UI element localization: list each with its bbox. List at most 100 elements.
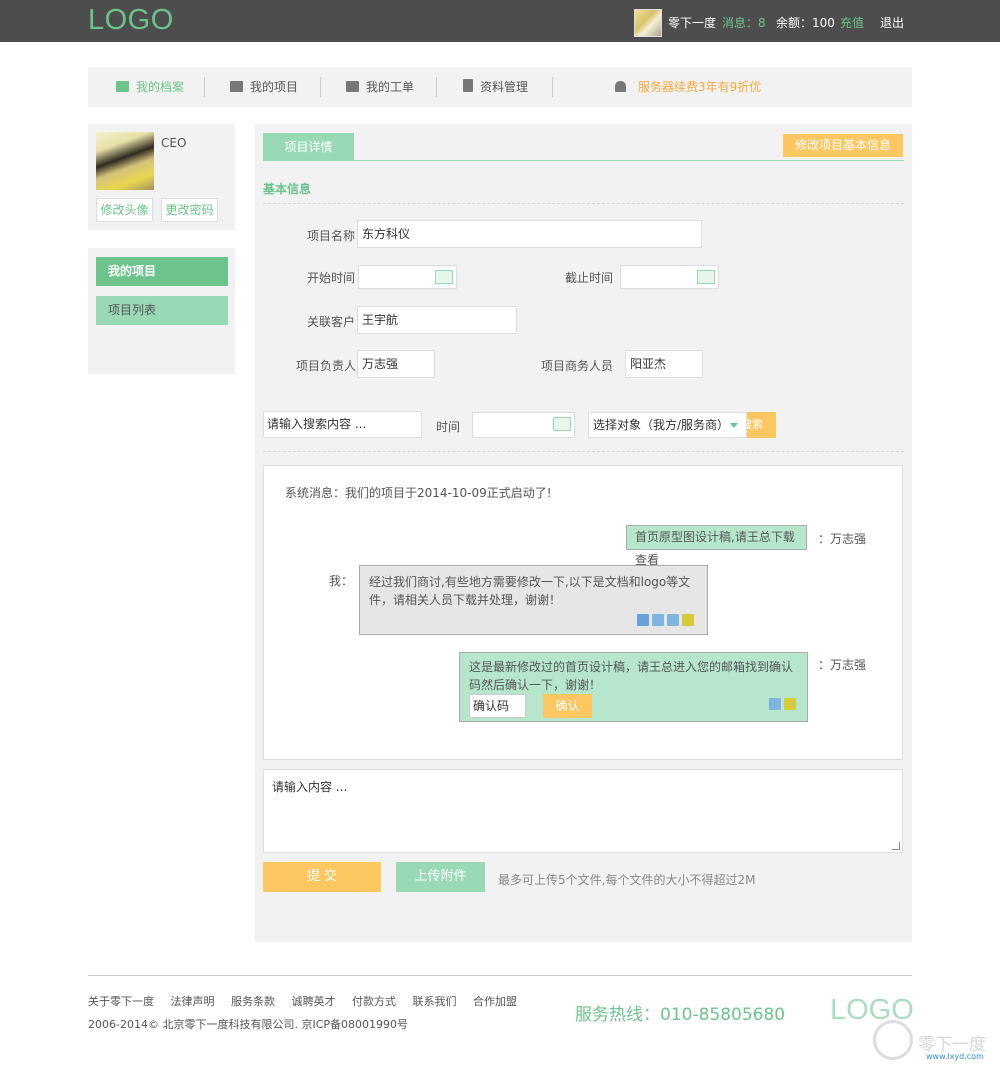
- system-message: 系统消息：我们的项目于2014-10-09正式启动了!: [285, 486, 552, 500]
- sidebar-item-project-list[interactable]: 项目列表: [96, 296, 228, 325]
- calendar-icon[interactable]: [553, 417, 571, 431]
- logout-link[interactable]: 退出: [880, 14, 904, 31]
- footer-divider: [88, 975, 912, 976]
- watermark-url: www.lxyd.com: [926, 1052, 984, 1061]
- promo-text: 服务器续费3年有9折优: [638, 80, 762, 94]
- confirm-button[interactable]: 确认: [543, 694, 592, 718]
- confirmation-code-input[interactable]: 确认码: [469, 694, 526, 718]
- owner-field[interactable]: 万志强: [357, 350, 435, 378]
- footer-link[interactable]: 合作加盟: [473, 995, 517, 1008]
- briefcase-icon: [230, 81, 243, 92]
- profile-icon: [116, 81, 129, 92]
- promo-notice[interactable]: 服务器续费3年有9折优: [615, 67, 761, 107]
- divider: [320, 77, 321, 97]
- business-field[interactable]: 阳亚杰: [625, 350, 703, 378]
- project-name-label: 项目名称: [307, 229, 356, 243]
- top-bar: LOGO 零下一度 消息：8 余额：100 充值 退出: [0, 0, 1000, 42]
- recharge-link[interactable]: 充值: [840, 14, 864, 31]
- business-label: 项目商务人员: [541, 359, 614, 373]
- footer-link[interactable]: 法律声明: [171, 995, 215, 1008]
- watermark-logo-icon: [873, 1020, 913, 1060]
- avatar: [96, 132, 154, 190]
- hotline: 服务热线：010-85805680: [575, 1005, 786, 1025]
- client-label: 关联客户: [307, 315, 356, 329]
- section-title: 基本信息: [263, 182, 312, 196]
- change-password-button[interactable]: 更改密码: [161, 198, 218, 222]
- document-file-icon[interactable]: [637, 614, 649, 626]
- edit-project-button[interactable]: 修改项目基本信息: [783, 134, 903, 157]
- footer-link[interactable]: 诚聘英才: [292, 995, 336, 1008]
- project-name-field[interactable]: 东方科仪: [357, 220, 702, 248]
- calendar-icon[interactable]: [697, 270, 715, 284]
- start-time-label: 开始时间: [307, 271, 356, 285]
- submit-button[interactable]: 提 交: [263, 862, 381, 892]
- upload-note: 最多可上传5个文件,每个文件的大小不得超过2M: [498, 873, 756, 887]
- search-input[interactable]: 请输入搜索内容 ...: [263, 411, 422, 438]
- nav-my-tickets[interactable]: 我的工单: [346, 67, 414, 107]
- end-time-label: 截止时间: [565, 271, 614, 285]
- logo[interactable]: LOGO: [88, 4, 174, 37]
- message-bubble: 首页原型图设计稿,请王总下载查看: [626, 525, 807, 567]
- divider: [436, 77, 437, 97]
- resize-handle[interactable]: [892, 842, 900, 850]
- select-value: 选择对象（我方/服务商）: [593, 418, 730, 432]
- archive-file-icon[interactable]: [682, 614, 694, 626]
- change-avatar-button[interactable]: 修改头像: [96, 198, 153, 222]
- user-avatar[interactable]: [634, 9, 662, 37]
- nav-label: 我的项目: [250, 80, 299, 94]
- archive-file-icon[interactable]: [784, 698, 796, 710]
- bell-icon: [615, 81, 626, 92]
- image-file-icon[interactable]: [667, 614, 679, 626]
- footer-link[interactable]: 联系我们: [413, 995, 457, 1008]
- tab-underline: [263, 160, 904, 161]
- messages-count[interactable]: 消息：8: [722, 14, 766, 31]
- nav-my-profile[interactable]: 我的档案: [116, 67, 184, 107]
- end-date-field[interactable]: [620, 265, 719, 289]
- time-field[interactable]: [472, 412, 575, 438]
- divider: [263, 451, 904, 452]
- divider: [552, 77, 553, 97]
- footer-link[interactable]: 付款方式: [352, 995, 396, 1008]
- username[interactable]: 零下一度: [668, 14, 716, 31]
- chevron-down-icon: [730, 423, 738, 428]
- sidebar: 我的项目 项目列表: [88, 248, 235, 374]
- calendar-icon[interactable]: [435, 270, 453, 284]
- message-input[interactable]: 请输入内容 ...: [263, 769, 903, 853]
- nav-label: 资料管理: [480, 80, 529, 94]
- printer-icon: [346, 81, 359, 92]
- tab-project-details[interactable]: 项目详情: [263, 133, 354, 161]
- start-date-field[interactable]: [358, 265, 457, 289]
- nav-my-projects[interactable]: 我的项目: [230, 67, 298, 107]
- message-text: 经过我们商讨,有些地方需要修改一下,以下是文档和logo等文件，请相关人员下载并…: [369, 575, 691, 607]
- footer-links: 关于零下一度 法律声明 服务条款 诚聘英才 付款方式 联系我们 合作加盟: [88, 993, 530, 1009]
- message-speaker: 我：: [329, 574, 354, 588]
- divider: [204, 77, 205, 97]
- attachments: [637, 614, 694, 626]
- image-file-icon[interactable]: [652, 614, 664, 626]
- image-file-icon[interactable]: [769, 698, 781, 710]
- search-button[interactable]: 搜索: [747, 412, 776, 438]
- footer-link[interactable]: 关于零下一度: [88, 995, 154, 1008]
- nav-data-management[interactable]: 资料管理: [463, 67, 528, 107]
- nav-label: 我的档案: [136, 80, 185, 94]
- time-label: 时间: [436, 420, 461, 434]
- message-speaker: ：万志强: [818, 658, 867, 672]
- main-nav: 我的档案 我的项目 我的工单 资料管理 服务器续费3年有9折优: [88, 67, 912, 107]
- footer-link[interactable]: 服务条款: [231, 995, 275, 1008]
- balance: 余额：100: [776, 16, 835, 30]
- upload-button[interactable]: 上传附件: [396, 862, 485, 892]
- nav-label: 我的工单: [366, 80, 415, 94]
- attachments: [769, 698, 796, 710]
- divider: [263, 203, 904, 204]
- profile-card: CEO 修改头像 更改密码: [88, 124, 235, 230]
- client-field[interactable]: 王宇航: [357, 306, 517, 334]
- message-text: 这是最新修改过的首页设计稿，请王总进入您的邮箱找到确认码然后确认一下，谢谢！: [469, 660, 794, 692]
- sidebar-title[interactable]: 我的项目: [96, 257, 228, 286]
- user-role: CEO: [161, 136, 187, 150]
- document-icon: [463, 79, 473, 92]
- owner-label: 项目负责人: [296, 359, 357, 373]
- copyright: 2006-2014© 北京零下一度科技有限公司. 京ICP备08001990号: [88, 1018, 408, 1031]
- target-select[interactable]: 选择对象（我方/服务商）: [588, 412, 747, 438]
- main-panel: 项目详情 修改项目基本信息 基本信息 项目名称 东方科仪 开始时间 截止时间 关…: [255, 124, 912, 942]
- message-speaker: ：万志强: [818, 532, 867, 546]
